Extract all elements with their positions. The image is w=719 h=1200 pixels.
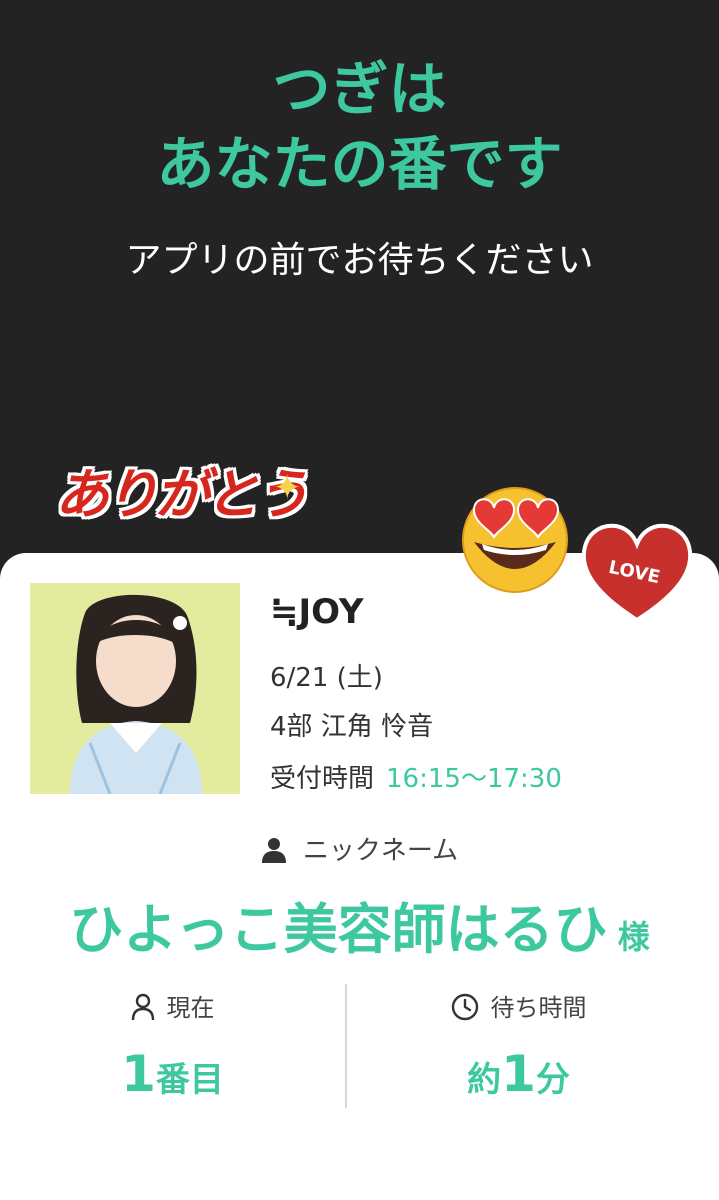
sparkle-icon: ✦ (273, 468, 302, 508)
person-outline-icon (131, 993, 154, 1021)
wait-time-prefix: 約 (467, 1060, 502, 1100)
love-heart-icon: LOVE (581, 523, 693, 623)
headline-line2: あなたの番です (156, 130, 563, 198)
nickname-label: ニックネーム (302, 836, 459, 866)
arigatou-sticker: ありがとう ✦ (55, 448, 309, 528)
wait-time-label-row: 待ち時間 (346, 988, 691, 1023)
nickname-suffix: 様 (617, 918, 650, 956)
wait-time-unit: 分 (535, 1060, 570, 1100)
heart-eyes-emoji-icon (462, 487, 568, 593)
member-photo (30, 583, 240, 794)
nickname-label-row: ニックネーム (0, 830, 719, 867)
group-name: ≒JOY (270, 592, 364, 632)
header-subtitle: アプリの前でお待ちください (125, 240, 594, 281)
wait-time-value: 約1分 (346, 1045, 691, 1103)
reception-time-label: 受付時間 (270, 764, 375, 794)
wait-time-number: 1 (501, 1045, 536, 1103)
current-position-label-row: 現在 (0, 988, 345, 1023)
event-part-member: 4部 江角 怜音 (270, 712, 434, 742)
person-icon (261, 838, 286, 863)
nickname-display: ひよっこ美容師はるひ様 (0, 885, 719, 964)
arigatou-sticker-text: ありがとう (55, 463, 309, 526)
event-date: 6/21 (土) (270, 663, 383, 693)
current-position-unit: 番目 (155, 1060, 224, 1100)
current-position-value: 1番目 (0, 1045, 345, 1103)
reception-time-row: 受付時間 16:15〜17:30 (270, 758, 562, 795)
current-position-number: 1 (121, 1045, 156, 1103)
current-position-label: 現在 (166, 994, 215, 1022)
reception-time-value: 16:15〜17:30 (386, 764, 562, 794)
headline-line1: つぎは (272, 55, 447, 123)
header-panel: つぎは あなたの番です アプリの前でお待ちください ありがとう ✦ (0, 0, 719, 560)
clock-icon (451, 993, 478, 1021)
wait-time-label: 待ち時間 (490, 994, 587, 1022)
nickname-value: ひよっこ美容師はるひ (69, 898, 608, 961)
